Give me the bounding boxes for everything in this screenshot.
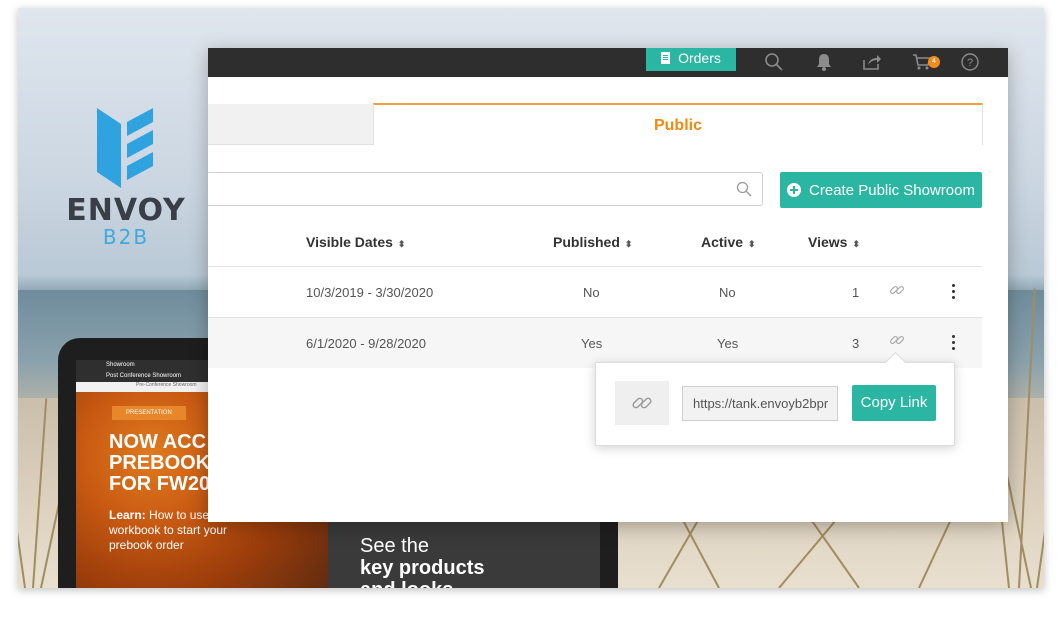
row-more-menu[interactable] <box>952 284 956 302</box>
logo-wordmark: ENVOY <box>66 193 186 228</box>
sort-icon: ⬍ <box>748 239 756 249</box>
presentation-tag: PRESENTATION <box>112 406 186 420</box>
tab-public[interactable]: Public <box>373 103 983 145</box>
cell-published: Yes <box>581 336 603 351</box>
learn-line-2: workbook to start your <box>109 523 228 537</box>
copy-link-popover: https://tank.envoyb2bpr Copy Link <box>595 362 955 446</box>
logo-suffix: B2B <box>102 225 150 249</box>
column-header-published[interactable]: Published ⬍ <box>553 234 632 250</box>
cell-visible-dates: 10/3/2019 - 3/30/2020 <box>306 285 434 300</box>
cell-views: 1 <box>852 285 860 300</box>
see-line-2: key products <box>360 557 485 579</box>
search-icon <box>736 181 752 197</box>
link-icon[interactable] <box>889 282 905 298</box>
svg-text:?: ? <box>967 57 973 69</box>
row-more-menu[interactable] <box>952 335 956 353</box>
column-header-views[interactable]: Views ⬍ <box>808 234 860 250</box>
learn-label: Learn: <box>109 508 146 522</box>
link-icon <box>632 397 652 409</box>
search-input[interactable] <box>208 172 763 206</box>
orders-button[interactable]: Orders <box>646 48 736 71</box>
column-label: Active <box>701 234 744 250</box>
book-logo-icon <box>97 108 153 188</box>
cell-active: No <box>719 285 736 300</box>
cell-visible-dates: 6/1/2020 - 9/28/2020 <box>306 336 426 351</box>
share-icon[interactable] <box>862 52 882 72</box>
document-icon <box>661 52 671 64</box>
help-icon[interactable]: ? <box>960 52 980 72</box>
envoy-b2b-logo: ENVOY B2B <box>56 104 196 248</box>
cell-views: 3 <box>852 336 860 351</box>
column-label: Visible Dates <box>306 234 393 250</box>
bell-icon[interactable] <box>814 52 834 72</box>
top-navbar: Orders 4 ? <box>208 48 1008 77</box>
table-header-divider <box>208 266 982 267</box>
see-line-3: and looks <box>360 579 484 588</box>
see-products-text: See the key products and looks <box>360 535 484 588</box>
create-public-showroom-button[interactable]: Create Public Showroom <box>780 172 982 208</box>
orders-label: Orders <box>678 50 721 66</box>
plus-circle-icon <box>787 183 802 197</box>
link-icon[interactable] <box>889 332 905 348</box>
link-icon-box <box>615 381 669 425</box>
column-label: Published <box>553 234 620 250</box>
sort-icon: ⬍ <box>624 239 633 249</box>
create-button-label: Create Public Showroom <box>809 181 975 199</box>
cell-published: No <box>583 285 600 300</box>
sort-icon: ⬍ <box>852 239 860 249</box>
copy-link-button[interactable]: Copy Link <box>852 385 936 421</box>
see-line-1: See the <box>360 535 429 557</box>
learn-line-3: prebook order <box>109 538 184 552</box>
column-label: Views <box>808 234 848 250</box>
search-icon[interactable] <box>764 52 784 72</box>
share-url-field[interactable]: https://tank.envoyb2bpr <box>682 386 838 421</box>
cart-count-badge: 4 <box>928 56 940 68</box>
tab-private[interactable] <box>208 104 373 145</box>
column-header-active[interactable]: Active ⬍ <box>701 234 756 250</box>
sort-icon: ⬍ <box>397 239 406 249</box>
cell-active: Yes <box>717 336 739 351</box>
showroom-app-window: Orders 4 ? Public Create Public Showroom… <box>208 48 1008 522</box>
column-header-visible-dates[interactable]: Visible Dates ⬍ <box>306 234 405 250</box>
